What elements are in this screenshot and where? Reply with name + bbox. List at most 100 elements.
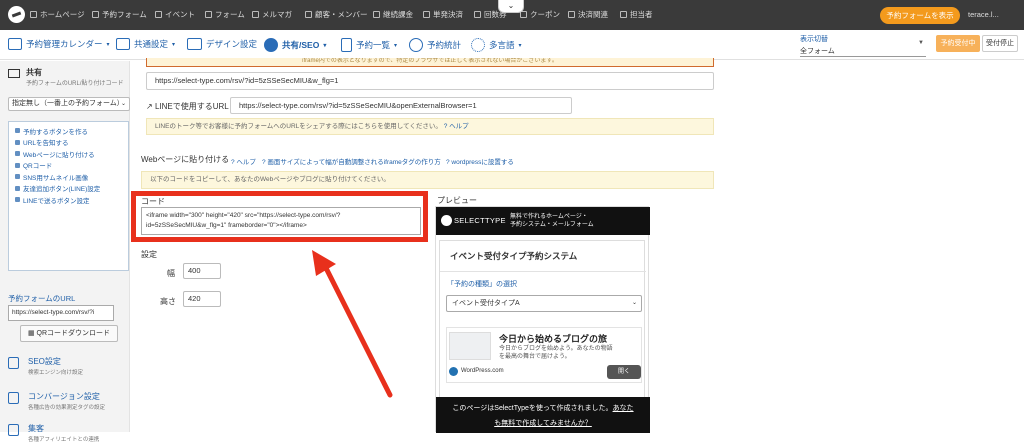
card-icon [423, 11, 430, 18]
form-url-label: 予約フォームのURL [8, 294, 76, 303]
link-announce-url[interactable]: URLを告知する [15, 137, 122, 149]
nav-form[interactable]: フォーム [205, 9, 245, 20]
ad-source: WordPress.com [461, 368, 504, 374]
ticket-icon [474, 11, 481, 18]
nav-subscription[interactable]: 継続課金 [373, 9, 413, 20]
payment-icon [568, 11, 575, 18]
send-icon [15, 197, 20, 203]
line-url-input[interactable]: https://select-type.com/rsv/?id=5zSSeSec… [230, 97, 572, 114]
nav-event[interactable]: イベント [155, 9, 195, 20]
iframe-auto-width-link[interactable]: ? 画面サイズによって幅が自動調整されるiframeタグの作り方 [262, 156, 441, 166]
highlight-arrow [312, 250, 393, 398]
tab-design-settings[interactable]: デザイン設定 [187, 38, 257, 50]
ad-thumbnail [449, 332, 491, 360]
qr-download-button[interactable]: ▦ QRコードダウンロード [20, 325, 118, 342]
form-select[interactable]: 指定無し（一番上の予約フォーム） ⌄ [8, 97, 130, 111]
document-icon [341, 38, 352, 52]
width-label: 幅 [167, 269, 175, 278]
document-icon [8, 392, 19, 404]
nav-payment[interactable]: 決済関連 [568, 9, 608, 20]
settings-label: 設定 [141, 250, 157, 259]
show-form-button[interactable]: 予約フォームを表示 [880, 7, 960, 24]
preview-frame: SELECTTYPE 無料で作れるホームページ・ 予約システム・メールフォーム イ… [435, 206, 650, 433]
share-links-box: 予約するボタンを作る URLを告知する Webページに貼り付ける QRコード S… [8, 121, 129, 271]
home-icon [30, 11, 37, 18]
wordpress-icon [449, 367, 458, 376]
mail-icon [252, 11, 259, 18]
form-icon [92, 11, 99, 18]
form-url-input[interactable]: https://select-type.com/rsv/?i [8, 305, 114, 321]
ad-open-button[interactable]: 開く [607, 365, 641, 379]
nav-customers[interactable]: 顧客・メンバー [305, 9, 368, 20]
people-icon [305, 11, 312, 18]
preview-footer: このページはSelectTypeを使って作成されました。あなた も無料で作成して… [436, 397, 650, 433]
link-icon [15, 128, 20, 134]
link-line-send-button[interactable]: LINEで送るボタン設定 [15, 194, 122, 206]
user-menu[interactable]: terace.l... [968, 10, 999, 19]
link-create-button[interactable]: 予約するボタンを作る [15, 125, 122, 137]
preview-type-select[interactable]: イベント受付タイプA ⌄ [446, 295, 642, 312]
height-input[interactable]: 420 [183, 291, 221, 307]
mail-icon [8, 69, 20, 78]
sidebar-subtitle: 予約フォームのURL/貼り付けコード [26, 81, 124, 87]
nav-reservation-form[interactable]: 予約フォーム [92, 9, 147, 20]
width-input[interactable]: 400 [183, 263, 221, 279]
link-line-friend-button[interactable]: 友達追加ボタン(LINE)設定 [15, 183, 122, 195]
preview-brand: SELECTTYPE [454, 216, 506, 225]
embed-label: Webページに貼り付ける [141, 155, 230, 164]
view-switch-label: 表示切替 [800, 36, 828, 43]
footer-link-2[interactable]: も無料で作成してみませんか？ [436, 416, 650, 431]
stop-accepting-button[interactable]: 受付停止 [982, 35, 1018, 52]
document-icon [8, 357, 19, 369]
highlight-box [131, 191, 428, 242]
link-sns-thumbnail[interactable]: SNS用サムネイル画像 [15, 171, 122, 183]
height-label: 高さ [160, 297, 176, 306]
tab-reservation-stats[interactable]: 予約統計 [409, 38, 461, 52]
tab-multilingual[interactable]: 多言語 ▾ [471, 38, 522, 52]
accepting-reservations-button[interactable]: 予約受付中 [936, 35, 980, 52]
external-link-icon: ↗ [146, 102, 155, 111]
nav-coupon[interactable]: クーポン [520, 9, 560, 20]
sidebar-item-conversion[interactable]: コンバージョン設定 各種広告の効果測定タグの設定 [8, 391, 128, 415]
code-icon [15, 151, 20, 157]
embed-note: 以下のコードをコピーして、あなたのWebページやブログに貼り付けてください。 [141, 171, 714, 189]
selecttype-logo [441, 215, 452, 226]
view-switch-select[interactable]: 表示切替 全フォーム ▼ [800, 32, 926, 57]
nav-single-payment[interactable]: 単発決済 [423, 9, 463, 20]
event-icon [155, 11, 162, 18]
preview-ad[interactable]: 今日から始めるブログの旅 今日からブログを始めよう。あなたの物語 を最高の舞台で届… [446, 327, 642, 383]
sidebar: 共有 予約フォームのURL/貼り付けコード 指定無し（一番上の予約フォーム） ⌄ … [0, 61, 130, 443]
sidebar-title: 共有 [26, 68, 42, 77]
staff-icon [620, 11, 627, 18]
tab-common-settings[interactable]: 共通設定 ▾ [116, 38, 175, 50]
nav-staff[interactable]: 担当者 [620, 9, 653, 20]
embed-help-link[interactable]: ? ヘルプ [231, 156, 256, 166]
grid-icon [116, 38, 130, 50]
nav-mailmag[interactable]: メルマガ [252, 9, 292, 20]
link-embed-webpage[interactable]: Webページに貼り付ける [15, 148, 122, 160]
help-link[interactable]: ? ヘルプ [444, 123, 469, 130]
preview-header: SELECTTYPE 無料で作れるホームページ・ 予約システム・メールフォーム [436, 207, 650, 235]
ad-title: 今日から始めるブログの旅 [499, 334, 608, 344]
tab-reservation-calendar[interactable]: 予約管理カレンダー ▾ [8, 38, 110, 50]
preview-heading: イベント受付タイプ予約システム [450, 251, 578, 261]
ad-text: 今日からブログを始めよう。あなたの物語 を最高の舞台で届けよう。 [499, 346, 613, 360]
calendar-icon [8, 38, 22, 50]
tab-reservation-list[interactable]: 予約一覧 ▾ [341, 38, 397, 52]
link-qr-code[interactable]: QRコード [15, 160, 122, 172]
form-url-box[interactable]: https://select-type.com/rsv/?id=5zSSeSec… [146, 72, 714, 90]
footer-link[interactable]: あなた [613, 405, 634, 412]
wordpress-link[interactable]: ? wordpressに設置する [446, 156, 514, 166]
sidebar-item-seo[interactable]: SEO設定 検索エンジン向け設定 [8, 356, 128, 380]
view-switch-value: 全フォーム [800, 48, 835, 55]
tab-share-seo[interactable]: 共有/SEO ▾ [264, 38, 326, 52]
chevron-down-icon[interactable]: ⌄ [498, 0, 524, 13]
selecttype-logo[interactable] [8, 6, 25, 23]
qr-icon: ▦ [27, 330, 37, 337]
sidebar-item-marketing[interactable]: 集客 各種アフィリエイトとの連携 [8, 423, 128, 447]
qr-icon [15, 162, 20, 168]
person-add-icon [15, 185, 20, 191]
preview-question: 「予約の種類」の選択 [447, 281, 517, 288]
chevron-down-icon: ▼ [918, 40, 924, 46]
nav-home[interactable]: ホームページ [30, 9, 85, 20]
